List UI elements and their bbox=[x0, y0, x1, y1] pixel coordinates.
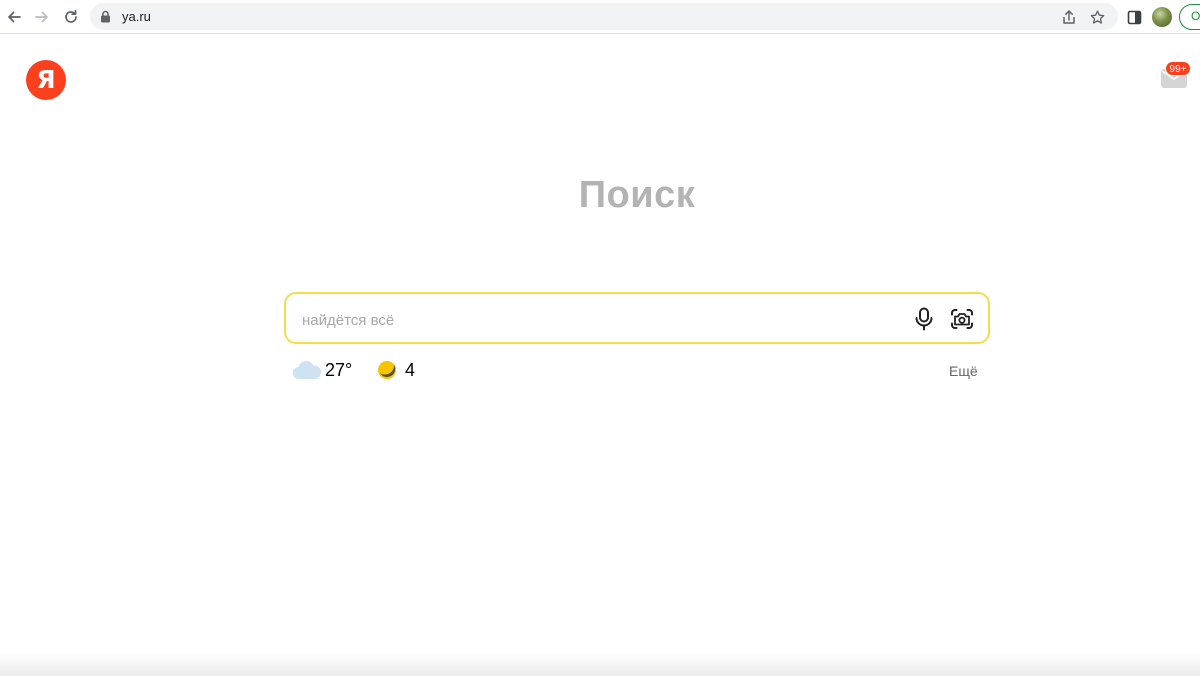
image-search-button[interactable] bbox=[948, 306, 976, 332]
microphone-icon bbox=[915, 307, 933, 331]
reload-button[interactable] bbox=[61, 7, 81, 27]
bottom-shadow bbox=[0, 652, 1200, 676]
traffic-icon[interactable] bbox=[376, 360, 398, 380]
profile-button[interactable]: О bbox=[1179, 4, 1200, 30]
weather-temperature[interactable]: 27° bbox=[325, 360, 352, 381]
arrow-left-icon bbox=[8, 11, 21, 23]
reload-icon bbox=[65, 9, 77, 23]
profile-avatar[interactable] bbox=[1152, 7, 1172, 27]
lock-icon[interactable] bbox=[100, 10, 111, 28]
address-url[interactable]: ya.ru bbox=[122, 9, 151, 24]
arrow-right-icon bbox=[35, 11, 48, 23]
share-button[interactable] bbox=[1060, 8, 1078, 26]
cloud-icon[interactable] bbox=[292, 359, 322, 381]
yandex-logo[interactable]: Я bbox=[26, 60, 66, 100]
back-button[interactable] bbox=[4, 7, 24, 27]
side-panel-button[interactable] bbox=[1124, 7, 1144, 27]
traffic-score[interactable]: 4 bbox=[405, 360, 415, 381]
voice-search-button[interactable] bbox=[911, 306, 937, 332]
camera-lens-icon bbox=[951, 309, 973, 329]
browser-toolbar: ya.ru О bbox=[0, 0, 1200, 34]
bookmark-button[interactable] bbox=[1088, 8, 1106, 26]
mail-badge: 99+ bbox=[1165, 61, 1191, 76]
share-icon bbox=[1063, 9, 1075, 24]
star-icon bbox=[1090, 10, 1104, 24]
side-panel-icon bbox=[1127, 10, 1141, 24]
page-title: Поиск bbox=[578, 174, 696, 216]
search-box bbox=[284, 292, 990, 344]
more-link[interactable]: Ещё bbox=[949, 363, 978, 379]
forward-button[interactable] bbox=[32, 7, 52, 27]
search-input[interactable] bbox=[300, 308, 904, 332]
address-bar[interactable]: ya.ru bbox=[90, 3, 1118, 30]
